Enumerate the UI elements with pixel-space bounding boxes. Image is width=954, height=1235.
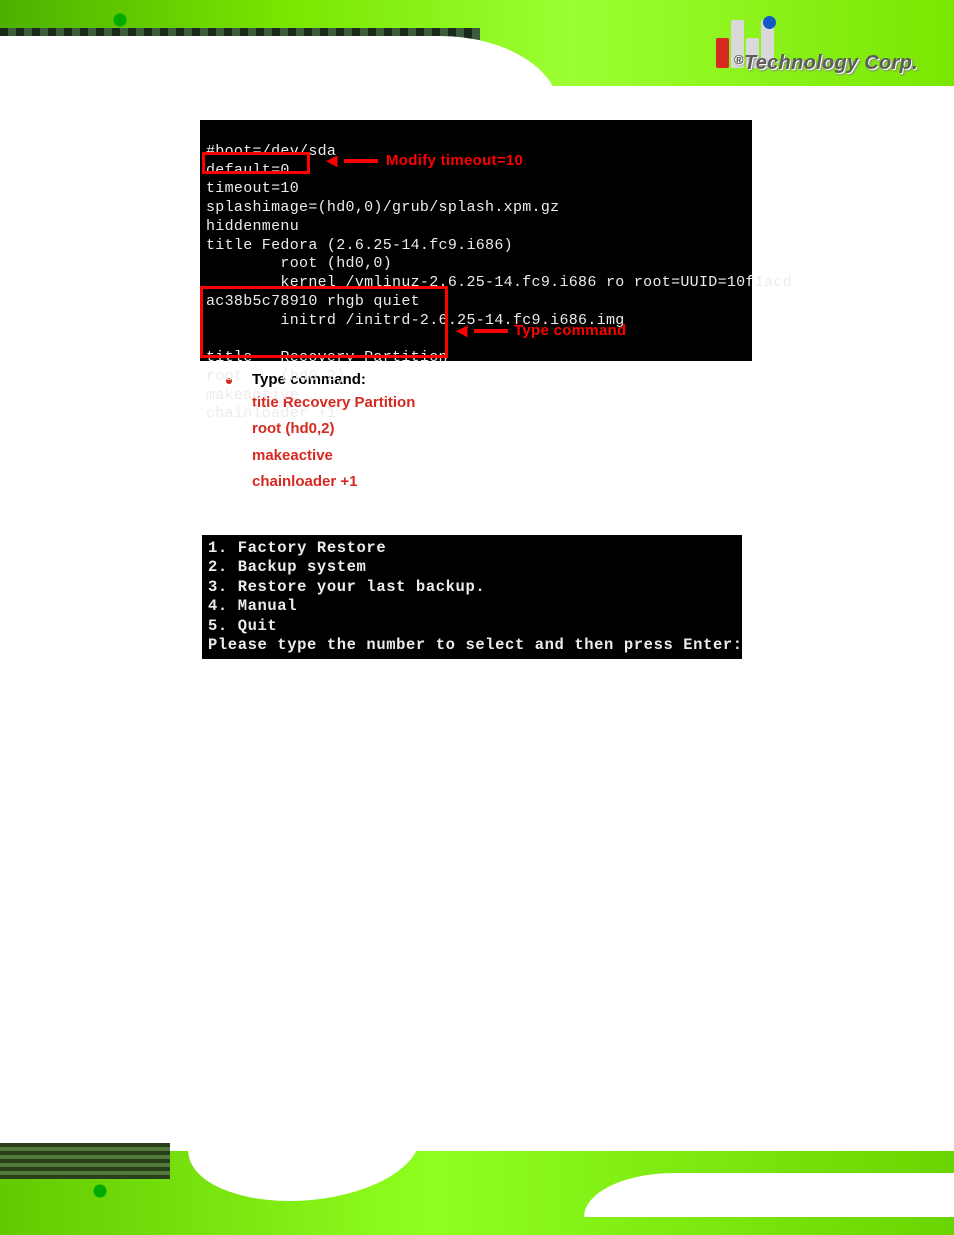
- annotation-type-command: Type command: [514, 322, 627, 341]
- annotation-modify-timeout: Modify timeout=10: [386, 152, 523, 171]
- page-content: #boot=/dev/sda default=0 timeout=10 spla…: [0, 120, 954, 659]
- code-line-title: title Recovery Partition: [252, 390, 894, 416]
- grub-config-terminal: #boot=/dev/sda default=0 timeout=10 spla…: [200, 120, 752, 361]
- code-line-makeactive: makeactive: [252, 443, 894, 469]
- recovery-menu-terminal: 1. Factory Restore 2. Backup system 3. R…: [202, 535, 742, 659]
- header-banner: ®Technology Corp.: [0, 0, 954, 112]
- code-line-chainloader: chainloader +1: [252, 469, 894, 495]
- grub-lines-mid: splashimage=(hd0,0)/grub/splash.xpm.gz h…: [206, 199, 792, 329]
- footer-chip-fragment: [0, 1143, 170, 1179]
- brand-text: ®Technology Corp.: [734, 52, 918, 75]
- brand-name: Technology Corp.: [744, 52, 918, 74]
- arrow-icon: ◄: [326, 150, 338, 175]
- footer-swoosh-right: [584, 1173, 954, 1217]
- grub-timeout-line: timeout=10: [206, 180, 299, 197]
- recovery-menu-text: 1. Factory Restore 2. Backup system 3. R…: [208, 539, 743, 654]
- grub-lines-pre: #boot=/dev/sda default=0: [206, 143, 336, 179]
- code-line-root: root (hd0,2): [252, 416, 894, 442]
- footer-banner: [0, 1115, 954, 1235]
- header-swoosh: [0, 36, 560, 112]
- arrow-icon: ◄: [456, 320, 468, 345]
- registered-mark: ®: [734, 52, 744, 67]
